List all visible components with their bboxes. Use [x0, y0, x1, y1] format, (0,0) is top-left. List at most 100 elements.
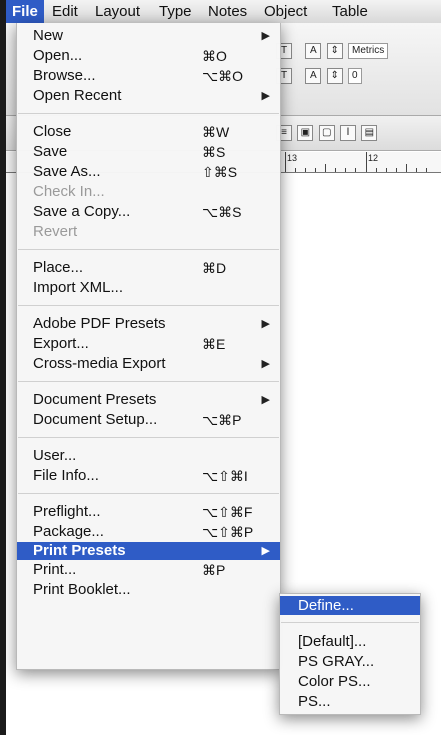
menu-notes[interactable]: Notes	[202, 0, 253, 23]
menu-item-file-info[interactable]: File Info... ⌥⇧⌘I	[17, 466, 280, 486]
menu-item-document-setup[interactable]: Document Setup... ⌥⌘P	[17, 410, 280, 430]
shortcut-label: ⌥⇧⌘I	[202, 468, 248, 484]
menu-item-label: Save	[33, 143, 68, 160]
menu-item-label: Cross-media Export	[33, 355, 166, 372]
menu-item-label: Save As...	[33, 163, 101, 180]
shortcut-label: ⌥⌘O	[202, 68, 244, 84]
menu-item-label: Browse...	[33, 67, 96, 84]
ruler-tick	[376, 168, 377, 172]
menu-item-label: Import XML...	[33, 279, 124, 296]
submenu-arrow-icon: ▶	[261, 318, 270, 330]
menu-item-label: New	[33, 27, 64, 44]
shortcut-label: ⌥⌘S	[202, 204, 242, 220]
shortcut-label: ⌘P	[202, 562, 226, 578]
menu-item-place[interactable]: Place... ⌘D	[17, 258, 280, 278]
menu-separator	[18, 249, 279, 250]
kerning-icon: A	[305, 68, 322, 84]
menu-item-label: Print Booklet...	[33, 581, 131, 598]
menu-layout[interactable]: Layout	[89, 0, 146, 23]
menu-item-label: Print Presets	[33, 542, 126, 559]
tracking-field[interactable]: Metrics	[348, 43, 389, 59]
shortcut-label: ⌘S	[202, 144, 226, 160]
menu-item-open-recent[interactable]: Open Recent ▶	[17, 86, 280, 106]
menu-item-open[interactable]: Open... ⌘O	[17, 46, 280, 66]
shortcut-label: ⌥⇧⌘F	[202, 504, 253, 520]
menu-item-print-booklet[interactable]: Print Booklet...	[17, 580, 280, 600]
stepper-icon[interactable]: ⇕	[326, 68, 343, 84]
frame-icon[interactable]: ▣	[297, 125, 314, 141]
shortcut-label: ⇧⌘S	[202, 164, 238, 180]
kerning-field[interactable]: 0	[348, 68, 362, 84]
submenu-arrow-icon: ▶	[261, 545, 270, 557]
menu-item-save-a-copy[interactable]: Save a Copy... ⌥⌘S	[17, 202, 280, 222]
menu-item-label: PS...	[298, 693, 331, 710]
ruler-tick	[295, 168, 296, 172]
menu-type[interactable]: Type	[153, 0, 198, 23]
menu-item-preflight[interactable]: Preflight... ⌥⇧⌘F	[17, 502, 280, 522]
menu-item-label: Package...	[33, 523, 104, 540]
menu-item-label: Close	[33, 123, 72, 140]
menu-item-adobe-pdf-presets[interactable]: Adobe PDF Presets ▶	[17, 314, 280, 334]
menu-separator	[18, 113, 279, 114]
submenu-item-default[interactable]: [Default]...	[280, 632, 420, 652]
menu-item-new[interactable]: New ▶	[17, 26, 280, 46]
ruler-tick	[305, 168, 306, 172]
menu-separator	[18, 381, 279, 382]
ruler-tick	[416, 168, 417, 172]
menu-item-label: PS GRAY...	[298, 653, 375, 670]
page-icon[interactable]: ▢	[318, 125, 335, 141]
shortcut-label: ⌘E	[202, 336, 226, 352]
submenu-arrow-icon: ▶	[261, 90, 270, 102]
menu-item-label: Revert	[33, 223, 78, 240]
ruler-tick	[366, 152, 367, 172]
submenu-item-ps-gray[interactable]: PS GRAY...	[280, 652, 420, 672]
shortcut-label: ⌥⇧⌘P	[202, 524, 254, 540]
menu-item-label: Document Presets	[33, 391, 157, 408]
submenu-item-color-ps[interactable]: Color PS...	[280, 672, 420, 692]
kerning-row: T A ⇕ 0	[276, 68, 362, 84]
menu-item-print[interactable]: Print... ⌘P	[17, 560, 280, 580]
menu-item-user[interactable]: User...	[17, 446, 280, 466]
shortcut-label: ⌘D	[202, 260, 227, 276]
menu-item-label: Check In...	[33, 183, 105, 200]
menu-separator	[18, 493, 279, 494]
ruler-tick	[386, 168, 387, 172]
menu-item-label: User...	[33, 447, 77, 464]
shortcut-label: ⌥⌘P	[202, 412, 242, 428]
menu-item-label: Place...	[33, 259, 84, 276]
menu-object[interactable]: Object	[258, 0, 313, 23]
menu-item-label: Open Recent	[33, 87, 122, 104]
submenu-item-ps[interactable]: PS...	[280, 692, 420, 712]
menu-item-save-as[interactable]: Save As... ⇧⌘S	[17, 162, 280, 182]
ruler-tick	[426, 168, 427, 172]
tracking-row: T A ⇕ Metrics	[276, 43, 389, 59]
ruler-mark: 13	[287, 153, 298, 163]
menu-item-save[interactable]: Save ⌘S	[17, 142, 280, 162]
ruler-tick	[355, 168, 356, 172]
ruler-tick	[406, 164, 407, 172]
columns-icon[interactable]: ▤	[361, 125, 378, 141]
text-frame-icon[interactable]: Ⅰ	[340, 125, 357, 141]
menu-item-check-in: Check In...	[17, 182, 280, 202]
file-menu: New ▶ Open... ⌘O Browse... ⌥⌘O Open Recent ▶…	[16, 23, 281, 670]
stepper-icon[interactable]: ⇕	[326, 43, 343, 59]
ruler-mark: 12	[368, 153, 379, 163]
submenu-item-define[interactable]: Define...	[280, 596, 420, 615]
menu-file[interactable]: File	[6, 0, 44, 23]
ruler-tick	[335, 168, 336, 172]
menu-item-browse[interactable]: Browse... ⌥⌘O	[17, 66, 280, 86]
menu-edit[interactable]: Edit	[46, 0, 84, 23]
menu-item-print-presets[interactable]: Print Presets ▶	[17, 542, 280, 560]
menu-item-package[interactable]: Package... ⌥⇧⌘P	[17, 522, 280, 542]
menu-item-label: Save a Copy...	[33, 203, 131, 220]
app-window: File Edit Layout Type Notes Object Table…	[6, 0, 441, 735]
submenu-arrow-icon: ▶	[261, 30, 270, 42]
menu-bar: File Edit Layout Type Notes Object Table	[6, 0, 441, 24]
menu-item-document-presets[interactable]: Document Presets ▶	[17, 390, 280, 410]
menu-item-cross-media-export[interactable]: Cross-media Export ▶	[17, 354, 280, 374]
menu-item-close[interactable]: Close ⌘W	[17, 122, 280, 142]
menu-item-export[interactable]: Export... ⌘E	[17, 334, 280, 354]
menu-table[interactable]: Table	[326, 0, 374, 23]
shortcut-label: ⌘O	[202, 48, 227, 64]
menu-item-import-xml[interactable]: Import XML...	[17, 278, 280, 298]
